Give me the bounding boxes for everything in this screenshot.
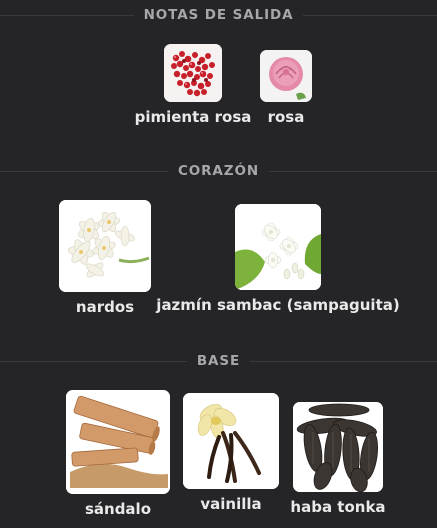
divider: [250, 360, 437, 362]
note-label: pimienta rosa: [134, 108, 252, 126]
note-label: rosa: [267, 108, 305, 126]
note-label: haba tonka: [290, 498, 386, 516]
divider: [269, 170, 437, 172]
divider: [0, 14, 134, 16]
note-vanilla[interactable]: vainilla: [179, 393, 283, 513]
note-jasmine-sambac[interactable]: jazmín sambac (sampaguita): [156, 204, 400, 314]
divider: [0, 360, 187, 362]
note-label: vainilla: [200, 495, 262, 513]
note-label: sándalo: [84, 500, 152, 518]
section-title-top-notes: NOTAS DE SALIDA: [143, 7, 294, 23]
section-header-heart-notes: CORAZÓN: [0, 160, 437, 182]
rose-image: [260, 50, 312, 102]
section-header-top-notes: NOTAS DE SALIDA: [0, 4, 437, 26]
note-label: jazmín sambac (sampaguita): [156, 296, 400, 314]
note-tonka-bean[interactable]: haba tonka: [289, 402, 387, 516]
pink-pepper-image: [164, 44, 222, 102]
section-title-heart-notes: CORAZÓN: [177, 163, 260, 179]
tonka-bean-image: [293, 402, 383, 492]
note-sandalwood[interactable]: sándalo: [64, 390, 172, 518]
divider: [303, 14, 437, 16]
section-header-base-notes: BASE: [0, 350, 437, 372]
note-label: nardos: [75, 298, 135, 316]
note-tuberose[interactable]: nardos: [55, 200, 155, 316]
note-rose[interactable]: rosa: [256, 44, 316, 126]
tuberose-image: [59, 200, 151, 292]
note-pink-pepper[interactable]: pimienta rosa: [135, 44, 251, 126]
divider: [0, 170, 168, 172]
jasmine-sambac-image: [235, 204, 321, 290]
sandalwood-image: [66, 390, 170, 494]
section-title-base-notes: BASE: [196, 353, 241, 369]
vanilla-image: [183, 393, 279, 489]
